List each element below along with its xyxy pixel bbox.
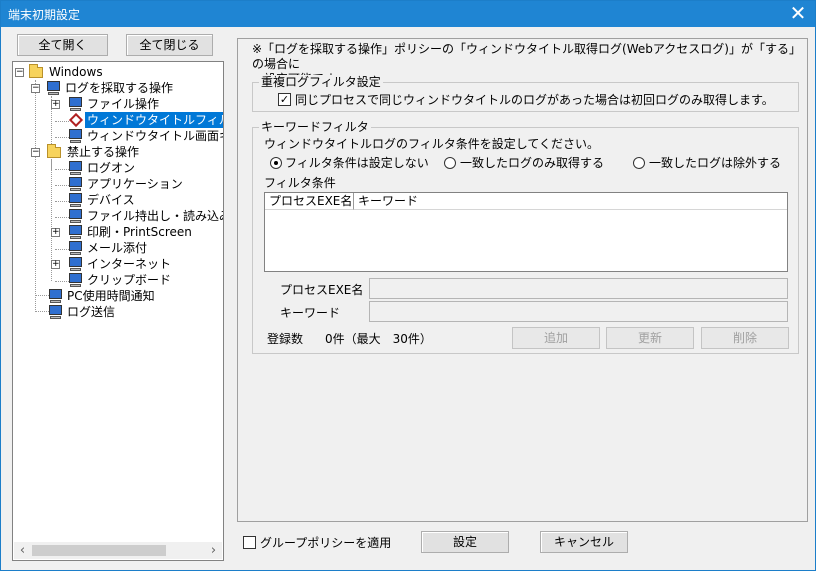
expand-icon[interactable]: + — [51, 260, 60, 269]
tree-item-label: ログオン — [87, 161, 136, 175]
monitor-icon — [49, 305, 62, 320]
close-icon[interactable]: ✕ — [787, 2, 809, 24]
tree-item-label: ウィンドウタイトル画面キャプチャ — [87, 129, 223, 143]
same-process-checkbox-label: 同じプロセスで同じウィンドウタイトルのログがあった場合は初回ログのみ取得します。 — [295, 93, 774, 107]
tree-item-label: 禁止する操作 — [67, 145, 140, 159]
monitor-icon — [69, 97, 82, 112]
tree-item-label: ログ送信 — [67, 305, 116, 319]
title-bar: 端末初期設定 ✕ — [1, 1, 815, 27]
duplicate-log-filter-legend: 重複ログフィルタ設定 — [259, 75, 383, 89]
tree-item-label: メール添付 — [87, 241, 148, 255]
radio-include-matched-label: 一致したログのみ取得する — [460, 156, 605, 170]
radio-include-matched[interactable] — [444, 157, 456, 169]
tree-item-label: PC使用時間通知 — [67, 289, 155, 303]
tree-item-windows[interactable]: − Windows — [13, 64, 223, 80]
collapse-icon[interactable]: − — [31, 148, 40, 157]
add-button[interactable]: 追加 — [512, 327, 600, 349]
tree-item-device[interactable]: デバイス — [13, 192, 223, 208]
monitor-icon — [69, 209, 82, 224]
scroll-right-icon[interactable]: › — [205, 542, 222, 559]
tree-item-clipboard[interactable]: クリップボード — [13, 272, 223, 288]
monitor-icon — [69, 177, 82, 192]
tree-item-log-send[interactable]: ログ送信 — [13, 304, 223, 320]
keyword-filter-group: キーワードフィルタ ウィンドウタイトルログのフィルタ条件を設定してください。 フ… — [252, 120, 799, 354]
filter-conditions-label: フィルタ条件 — [264, 176, 336, 190]
delete-button[interactable]: 削除 — [701, 327, 789, 349]
window-title: 端末初期設定 — [8, 8, 81, 22]
group-policy-checkbox[interactable] — [243, 536, 256, 549]
policy-tree[interactable]: − Windows − ログを採取する操作 + ファイル操作 ウィンドウタイトル… — [12, 61, 224, 561]
process-exe-label: プロセスEXE名 — [280, 283, 364, 297]
scrollbar-thumb[interactable] — [32, 545, 166, 556]
column-header-process[interactable]: プロセスEXE名 — [265, 193, 354, 210]
tree-item-file-export[interactable]: ファイル持出し・読み込み — [13, 208, 223, 224]
tree-item-label: デバイス — [87, 193, 135, 207]
monitor-icon — [69, 225, 82, 240]
collapse-all-button[interactable]: 全て閉じる — [126, 34, 213, 56]
tree-item-mail-attachment[interactable]: メール添付 — [13, 240, 223, 256]
group-policy-label: グループポリシーを適用 — [260, 536, 392, 550]
tree-item-label: Windows — [49, 65, 103, 79]
tree-item-print[interactable]: + 印刷・PrintScreen — [13, 224, 223, 240]
same-process-checkbox[interactable]: ✓ — [278, 93, 291, 106]
column-header-keyword[interactable]: キーワード — [354, 193, 787, 210]
filter-conditions-list[interactable]: プロセスEXE名 キーワード — [264, 192, 788, 272]
collapse-icon[interactable]: − — [15, 68, 24, 77]
tree-item-label: インターネット — [87, 257, 172, 271]
monitor-icon — [69, 241, 82, 256]
filter-diamond-icon — [68, 112, 84, 128]
tree-item-label: 印刷・PrintScreen — [87, 225, 192, 239]
process-exe-input[interactable] — [369, 278, 788, 299]
tree-item-application[interactable]: アプリケーション — [13, 176, 223, 192]
settings-window: 端末初期設定 ✕ 全て開く 全て閉じる − Windows − ログを採取する操… — [0, 0, 816, 571]
update-button[interactable]: 更新 — [606, 327, 694, 349]
keyword-label: キーワード — [280, 306, 341, 320]
radio-exclude-matched[interactable] — [633, 157, 645, 169]
registered-count-label: 登録数 — [267, 332, 304, 346]
folder-icon — [29, 64, 43, 78]
monitor-icon — [69, 129, 82, 144]
radio-no-filter-label: フィルタ条件は設定しない — [285, 156, 429, 170]
keyword-filter-description: ウィンドウタイトルログのフィルタ条件を設定してください。 — [264, 137, 600, 151]
tree-item-log-operations[interactable]: − ログを採取する操作 — [13, 80, 223, 96]
ok-button[interactable]: 設定 — [421, 531, 509, 553]
tree-item-file-operations[interactable]: + ファイル操作 — [13, 96, 223, 112]
scroll-left-icon[interactable]: ‹ — [14, 542, 31, 559]
monitor-icon — [69, 273, 82, 288]
cancel-button[interactable]: キャンセル — [540, 531, 628, 553]
tree-item-pc-usage-notice[interactable]: PC使用時間通知 — [13, 288, 223, 304]
monitor-icon — [69, 257, 82, 272]
tree-item-label: ファイル持出し・読み込み — [87, 209, 224, 223]
tree-item-label: ファイル操作 — [87, 97, 160, 111]
radio-no-filter[interactable] — [270, 157, 282, 169]
tree-item-prohibited-operations[interactable]: − 禁止する操作 — [13, 144, 223, 160]
expand-icon[interactable]: + — [51, 228, 60, 237]
monitor-icon — [47, 81, 60, 96]
tree-horizontal-scrollbar[interactable]: ‹ › — [14, 542, 222, 559]
folder-icon — [47, 144, 61, 158]
monitor-icon — [69, 161, 82, 176]
policy-note-line1: ※「ログを採取する操作」ポリシーの「ウィンドウタイトル取得ログ(Webアクセスロ… — [252, 42, 795, 71]
registered-count-value: 0件（最大 30件） — [325, 332, 432, 346]
monitor-icon — [49, 289, 62, 304]
expand-icon[interactable]: + — [51, 100, 60, 109]
filter-settings-panel: ※「ログを採取する操作」ポリシーの「ウィンドウタイトル取得ログ(Webアクセスロ… — [237, 38, 808, 522]
tree-item-logon[interactable]: ログオン — [13, 160, 223, 176]
radio-exclude-matched-label: 一致したログは除外する — [649, 156, 782, 170]
tree-item-label-selected: ウィンドウタイトルフィルタ — [85, 112, 223, 128]
tree-item-window-title-capture[interactable]: ウィンドウタイトル画面キャプチャ — [13, 128, 223, 144]
keyword-input[interactable] — [369, 301, 788, 322]
tree-item-label: クリップボード — [87, 273, 172, 287]
tree-item-internet[interactable]: + インターネット — [13, 256, 223, 272]
tree-item-window-title-filter[interactable]: ウィンドウタイトルフィルタ — [13, 112, 223, 128]
keyword-filter-legend: キーワードフィルタ — [259, 120, 371, 134]
tree-item-label: アプリケーション — [87, 177, 183, 191]
monitor-icon — [69, 193, 82, 208]
tree-item-label: ログを採取する操作 — [65, 81, 174, 95]
collapse-icon[interactable]: − — [31, 84, 40, 93]
expand-all-button[interactable]: 全て開く — [17, 34, 108, 56]
duplicate-log-filter-group: 重複ログフィルタ設定 ✓ 同じプロセスで同じウィンドウタイトルのログがあった場合… — [252, 75, 799, 112]
